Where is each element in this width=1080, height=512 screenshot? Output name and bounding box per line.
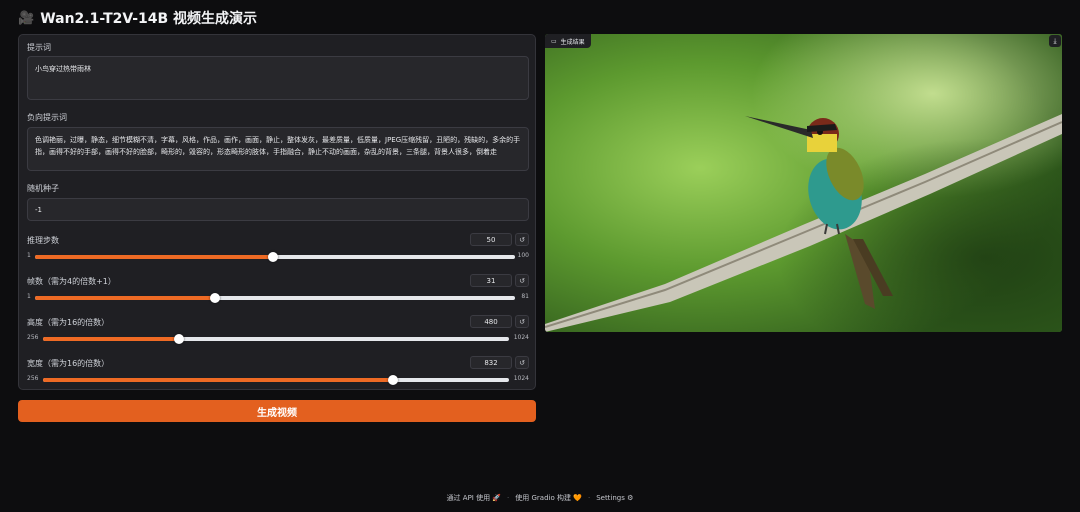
height-slider-fill [43,337,180,341]
steps-reset-button[interactable]: ↺ [515,233,529,246]
app-title: 🎥 Wan2.1-T2V-14B 视频生成演示 [18,8,257,28]
steps-label: 推理步数 [27,236,59,245]
frames-slider-row: 帧数（需为4的倍数+1） 31 ↺ 1 81 [19,274,537,310]
height-label: 高度（需为16的倍数） [27,318,110,327]
height-number-input[interactable]: 480 [470,315,512,328]
steps-slider-fill [35,255,273,259]
output-label: ▭ 生成结果 [545,34,591,48]
steps-slider-thumb[interactable] [267,252,278,262]
steps-max: 100 [517,252,529,259]
reset-icon: ↺ [519,317,525,326]
prompt-label: 提示词 [27,43,51,52]
steps-slider-row: 推理步数 50 ↺ 1 100 [19,233,537,269]
video-frame-image [545,34,1062,332]
download-icon[interactable]: ⤓ [1049,35,1061,47]
gradio-link[interactable]: 使用 Gradio 构建 🧡 [515,493,582,503]
width-min: 256 [27,375,39,382]
width-slider-thumb[interactable] [387,375,398,385]
width-slider[interactable] [43,375,509,385]
reset-icon: ↺ [519,276,525,285]
frames-min: 1 [27,293,31,300]
height-slider[interactable] [43,334,509,344]
height-slider-row: 高度（需为16的倍数） 480 ↺ 256 1024 [19,315,537,351]
width-reset-button[interactable]: ↺ [515,356,529,369]
width-number-input[interactable]: 832 [470,356,512,369]
steps-slider[interactable] [35,252,515,262]
api-link[interactable]: 通过 API 使用 🚀 [447,493,501,503]
output-label-text: 生成结果 [560,38,585,46]
width-slider-fill [43,378,393,382]
seed-label: 随机种子 [27,184,59,193]
output-video[interactable]: ▭ 生成结果 ⤓ [545,34,1062,332]
input-panel: 提示词 小鸟穿过热带雨林 负向提示词 色调艳丽，过曝，静态，细节模糊不清，字幕，… [18,34,536,390]
frames-number-input[interactable]: 31 [470,274,512,287]
prompt-input[interactable]: 小鸟穿过热带雨林 [27,56,529,100]
footer: 通过 API 使用 🚀 · 使用 Gradio 构建 🧡 · Settings … [0,492,1080,504]
reset-icon: ↺ [519,235,525,244]
frames-max: 81 [521,293,529,300]
negative-prompt-input[interactable]: 色调艳丽，过曝，静态，细节模糊不清，字幕，风格，作品，画作，画面，静止，整体发灰… [27,127,529,171]
frames-slider-thumb[interactable] [210,293,220,303]
width-slider-row: 宽度（需为16的倍数） 832 ↺ 256 1024 [19,356,537,392]
title-emoji: 🎥 [18,10,35,26]
footer-separator: · [507,494,510,502]
height-min: 256 [27,334,39,341]
height-slider-thumb[interactable] [174,334,185,344]
frames-slider-fill [35,296,215,300]
height-reset-button[interactable]: ↺ [515,315,529,328]
video-camera-icon: ▭ [551,37,557,45]
height-max: 1024 [513,334,529,341]
settings-link[interactable]: Settings ⚙ [596,494,633,502]
steps-min: 1 [27,252,31,259]
seed-input[interactable]: -1 [27,198,529,221]
rocket-icon: 🚀 [492,494,502,502]
steps-number-input[interactable]: 50 [470,233,512,246]
app-title-text: Wan2.1-T2V-14B 视频生成演示 [40,11,258,27]
gradio-logo-icon: 🧡 [573,494,582,502]
frames-slider[interactable] [35,293,515,303]
footer-separator: · [587,494,591,502]
gear-icon: ⚙ [627,494,634,502]
width-label: 宽度（需为16的倍数） [27,359,110,368]
frames-reset-button[interactable]: ↺ [515,274,529,287]
generate-video-button[interactable]: 生成视频 [18,400,536,422]
frames-label: 帧数（需为4的倍数+1） [27,277,116,286]
negative-prompt-label: 负向提示词 [27,113,67,122]
width-max: 1024 [513,375,529,382]
reset-icon: ↺ [519,358,525,367]
